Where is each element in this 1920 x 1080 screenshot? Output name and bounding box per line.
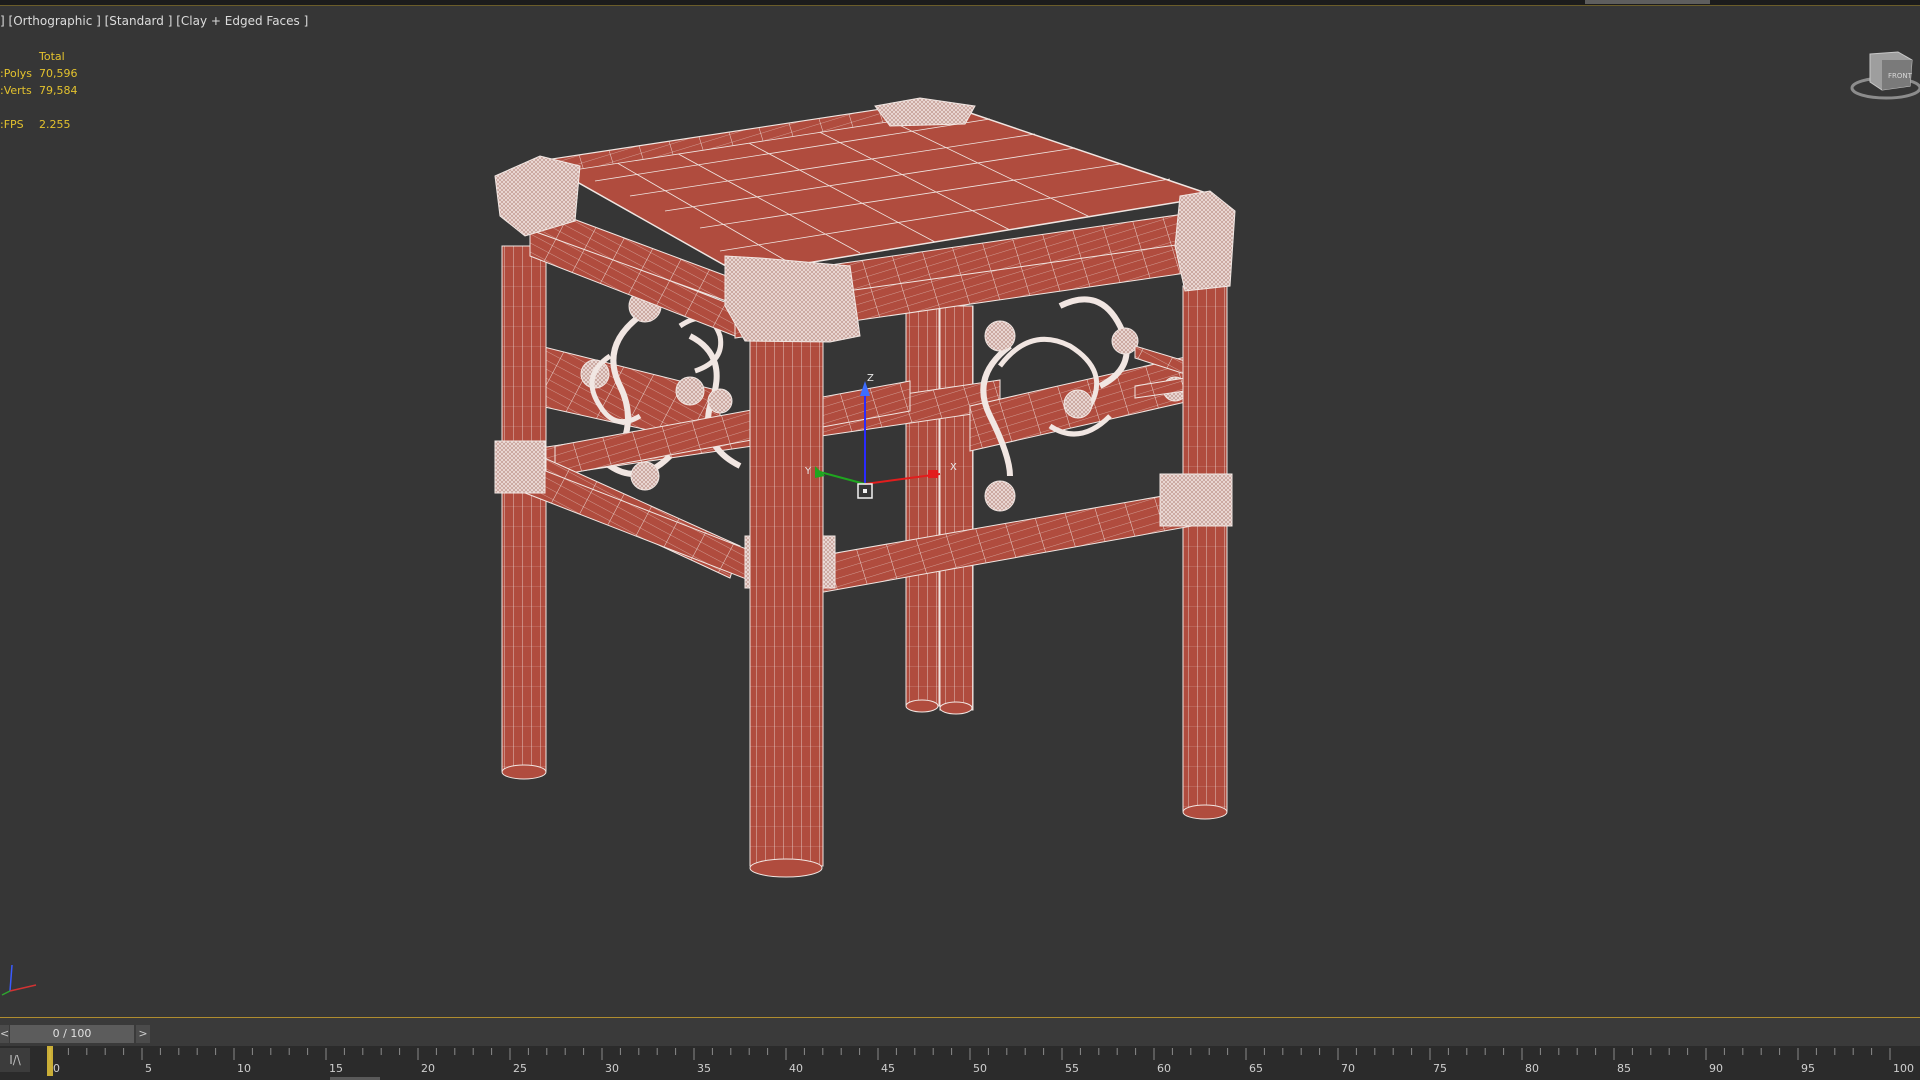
time-slider[interactable]: 0 / 100 (10, 1025, 134, 1043)
perspective-viewport[interactable]: ] [Orthographic ] [Standard ] [Clay + Ed… (0, 6, 1920, 1018)
frame-tick-label: 35 (697, 1062, 711, 1075)
track-bar[interactable]: I/\ 0 5 10 15 20 25 30 35 40 45 50 55 60 65 70 75 80 85 90… (0, 1046, 1920, 1080)
frame-tick-label: 5 (145, 1062, 152, 1075)
joint (724, 255, 861, 343)
right-leg (1182, 285, 1228, 820)
joint (1159, 473, 1233, 527)
frame-tick-label: 20 (421, 1062, 435, 1075)
frame-tick-label: 45 (881, 1062, 895, 1075)
gizmo-y-label: Y (804, 466, 812, 477)
frame-tick-label: 95 (1801, 1062, 1815, 1075)
viewcube-face-label: FRONT (1888, 72, 1913, 80)
left-leg (501, 245, 547, 780)
joint (494, 440, 546, 494)
gizmo-z-label: Z (867, 373, 874, 384)
frame-tick-label: 55 (1065, 1062, 1079, 1075)
time-slider-bar: < 0 / 100 > (0, 1025, 1920, 1043)
frame-tick-label: 30 (605, 1062, 619, 1075)
back-leg-group (905, 305, 974, 715)
frame-tick-label: 25 (513, 1062, 527, 1075)
right-carved-panel (969, 296, 1191, 512)
viewcube-icon[interactable]: FRONT (1840, 46, 1920, 106)
top-strip-highlight (1585, 0, 1710, 4)
frame-tick-label: 40 (789, 1062, 803, 1075)
frame-tick-label: 10 (237, 1062, 251, 1075)
frame-tick-label: 80 (1525, 1062, 1539, 1075)
stool-model[interactable]: X Y Z (0, 6, 1920, 1017)
frame-tick-label: 50 (973, 1062, 987, 1075)
joint (874, 97, 976, 127)
frame-tick-label: 85 (1617, 1062, 1631, 1075)
frame-tick-label: 60 (1157, 1062, 1171, 1075)
frame-ruler[interactable]: 0 5 10 15 20 25 30 35 40 45 50 55 60 65 70 75 80 85 90 95 10… (0, 1046, 1920, 1080)
current-frame-marker[interactable] (47, 1046, 53, 1076)
frame-tick-label: 90 (1709, 1062, 1723, 1075)
time-slider-next-button[interactable]: > (136, 1025, 150, 1043)
frame-tick-label: 65 (1249, 1062, 1263, 1075)
gizmo-x-label: X (950, 462, 957, 473)
frame-tick-label: 70 (1341, 1062, 1355, 1075)
joint (1174, 190, 1236, 292)
frame-tick-label: 100 (1893, 1062, 1914, 1075)
frame-tick-label: 0 (53, 1062, 60, 1075)
front-leg (749, 295, 824, 878)
timeline-panel: < 0 / 100 > I/\ 0 5 10 15 20 25 30 35 40 45 50 55 60… (0, 1018, 1920, 1080)
axis-tripod-icon (1, 964, 37, 996)
frame-tick-label: 75 (1433, 1062, 1447, 1075)
frame-tick-label: 15 (329, 1062, 343, 1075)
time-slider-prev-button[interactable]: < (0, 1025, 9, 1043)
